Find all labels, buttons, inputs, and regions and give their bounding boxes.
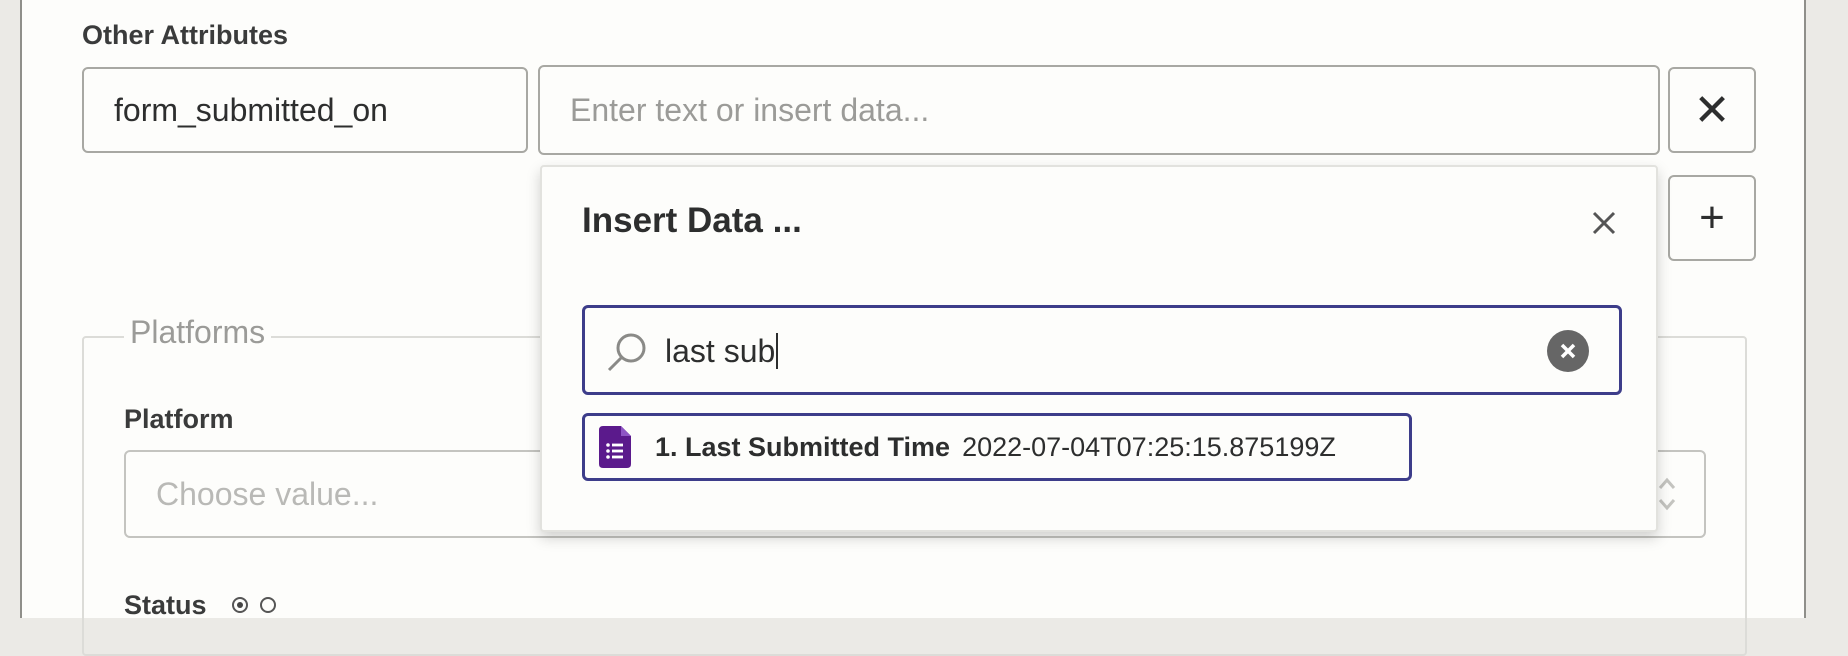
other-attributes-label: Other Attributes (82, 20, 289, 50)
popup-title: Insert Data ... (582, 201, 802, 240)
insert-data-popup: Insert Data ... last sub 1. Last Submitt… (540, 165, 1658, 532)
add-attribute-button[interactable]: + (1668, 175, 1756, 261)
remove-attribute-button[interactable]: ✕ (1668, 67, 1756, 153)
google-forms-icon (599, 426, 631, 468)
insert-data-search-input[interactable]: last sub (582, 305, 1622, 395)
clear-search-button[interactable] (1547, 330, 1589, 372)
insert-data-result-item[interactable]: 1. Last Submitted Time 2022-07-04T07:25:… (582, 413, 1412, 481)
text-caret (776, 333, 779, 369)
platforms-legend: Platforms (124, 314, 272, 351)
status-radio-on[interactable] (232, 597, 248, 613)
plus-icon: + (1699, 193, 1725, 242)
search-text: last sub (665, 331, 779, 371)
close-icon: ✕ (1693, 85, 1731, 135)
search-value: last sub (665, 333, 776, 369)
attribute-key-input[interactable]: form_submitted_on (82, 67, 528, 153)
status-radio-off[interactable] (260, 597, 276, 613)
search-icon (607, 333, 646, 372)
close-icon[interactable] (1586, 205, 1622, 241)
result-value: 2022-07-04T07:25:15.875199Z (962, 431, 1336, 462)
platform-label: Platform (124, 404, 234, 434)
clear-icon (1560, 343, 1576, 359)
status-label: Status (124, 590, 207, 620)
attribute-value-input[interactable]: Enter text or insert data... (538, 65, 1660, 155)
result-label: 1. Last Submitted Time (655, 431, 951, 462)
